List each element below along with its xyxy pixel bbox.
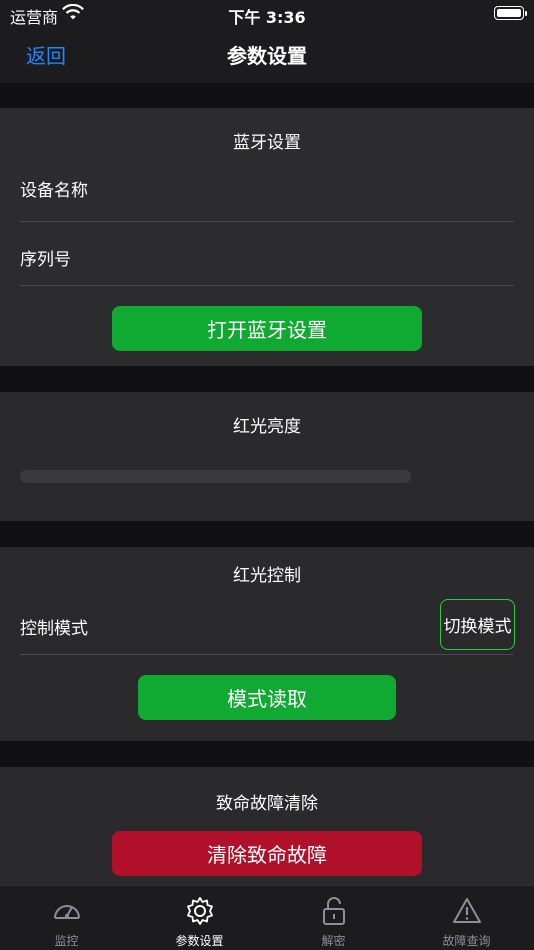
- brightness-section: 红光亮度: [0, 392, 534, 521]
- device-name-divider: [20, 221, 514, 222]
- gear-icon: [186, 897, 213, 925]
- tab-parameter-settings[interactable]: 参数设置: [133, 886, 266, 950]
- device-name-label: 设备名称: [20, 181, 88, 201]
- status-bar: 运营商 下午 3:36: [0, 0, 534, 28]
- clear-fatal-fault-button[interactable]: 清除致命故障: [112, 831, 422, 876]
- bluetooth-section: 蓝牙设置 设备名称 序列号 打开蓝牙设置: [0, 108, 534, 366]
- tab-monitor-label: 监控: [54, 934, 79, 948]
- battery-icon: [494, 6, 527, 20]
- open-bluetooth-settings-button[interactable]: 打开蓝牙设置: [112, 306, 422, 351]
- gauge-icon: [53, 905, 80, 919]
- section-divider: [0, 366, 534, 392]
- section-divider: [0, 741, 534, 767]
- unlock-icon: [322, 897, 345, 925]
- tab-monitor[interactable]: 监控: [0, 886, 133, 950]
- tab-fault-query[interactable]: 故障查询: [400, 886, 533, 950]
- control-section-title: 红光控制: [233, 566, 301, 586]
- brightness-section-title: 红光亮度: [233, 417, 301, 437]
- tab-decrypt-label: 解密: [321, 934, 346, 948]
- bluetooth-section-title: 蓝牙设置: [233, 133, 301, 153]
- section-divider: [0, 521, 534, 547]
- page-title: 参数设置: [227, 44, 307, 68]
- serial-number-label: 序列号: [20, 250, 71, 270]
- switch-mode-button[interactable]: 切换模式: [440, 599, 515, 650]
- section-divider: [0, 83, 534, 108]
- control-mode-divider: [20, 654, 514, 655]
- read-mode-button[interactable]: 模式读取: [138, 675, 396, 720]
- tab-bar: 监控 参数设置 解密 故障查询: [0, 885, 534, 950]
- fault-section-title: 致命故障清除: [216, 794, 318, 814]
- control-section: 红光控制 控制模式 切换模式 模式读取: [0, 547, 534, 741]
- brightness-slider[interactable]: [20, 470, 411, 483]
- tab-fault-query-label: 故障查询: [442, 934, 491, 948]
- status-time: 下午 3:36: [228, 8, 306, 27]
- control-mode-label: 控制模式: [20, 619, 88, 639]
- navigation-bar: 返回 参数设置: [0, 28, 534, 83]
- serial-number-divider: [20, 285, 514, 286]
- tab-parameter-settings-label: 参数设置: [175, 934, 224, 948]
- fault-section: 致命故障清除 清除致命故障: [0, 767, 534, 885]
- tab-decrypt[interactable]: 解密: [267, 886, 400, 950]
- warning-icon: [452, 898, 481, 923]
